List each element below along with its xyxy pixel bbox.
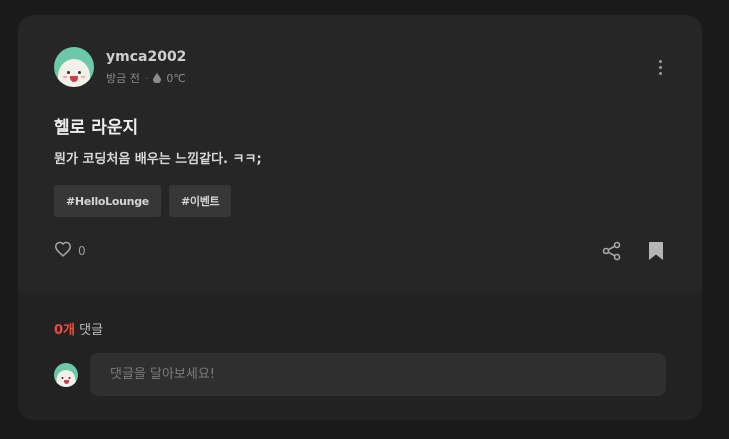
like-button[interactable]: 0: [54, 241, 86, 261]
post-title: 헬로 라운지: [54, 118, 139, 138]
bookmark-icon[interactable]: [648, 241, 664, 261]
heart-outline-icon: [54, 241, 72, 261]
comment-count: 0개 댓글: [54, 319, 103, 338]
author-username[interactable]: ymca2002: [106, 49, 186, 65]
comment-count-number: 0개: [54, 323, 76, 338]
post-meta: 방금 전 · 0℃: [106, 70, 186, 86]
meta-separator: ·: [144, 71, 149, 85]
tag-event[interactable]: #이벤트: [168, 185, 232, 217]
tag-list: #HelloLounge #이벤트: [54, 185, 232, 217]
post-time: 방금 전: [106, 72, 140, 85]
share-icon[interactable]: [602, 241, 622, 261]
comment-input[interactable]: [90, 353, 666, 396]
like-count: 0: [78, 244, 86, 258]
author-avatar[interactable]: [54, 47, 94, 87]
comment-count-label: 댓글: [79, 323, 104, 338]
post-section: ymca2002 방금 전 · 0℃ 헬로 라운지 뭔가 코딩처음 배우는 느낌…: [18, 15, 702, 293]
comment-section: 0개 댓글: [18, 293, 702, 420]
post-body: 뭔가 코딩처음 배우는 느낌같다. ㅋㅋ;: [54, 152, 262, 167]
avatar-face: [56, 370, 76, 387]
tag-hellolounge[interactable]: #HelloLounge: [54, 185, 161, 217]
water-drop-icon: [153, 73, 162, 83]
more-vertical-icon[interactable]: [652, 57, 668, 77]
post-card: ymca2002 방금 전 · 0℃ 헬로 라운지 뭔가 코딩처음 배우는 느낌…: [18, 15, 702, 420]
current-user-avatar: [54, 363, 78, 387]
user-temperature: 0℃: [166, 71, 186, 85]
avatar-face: [58, 59, 90, 87]
